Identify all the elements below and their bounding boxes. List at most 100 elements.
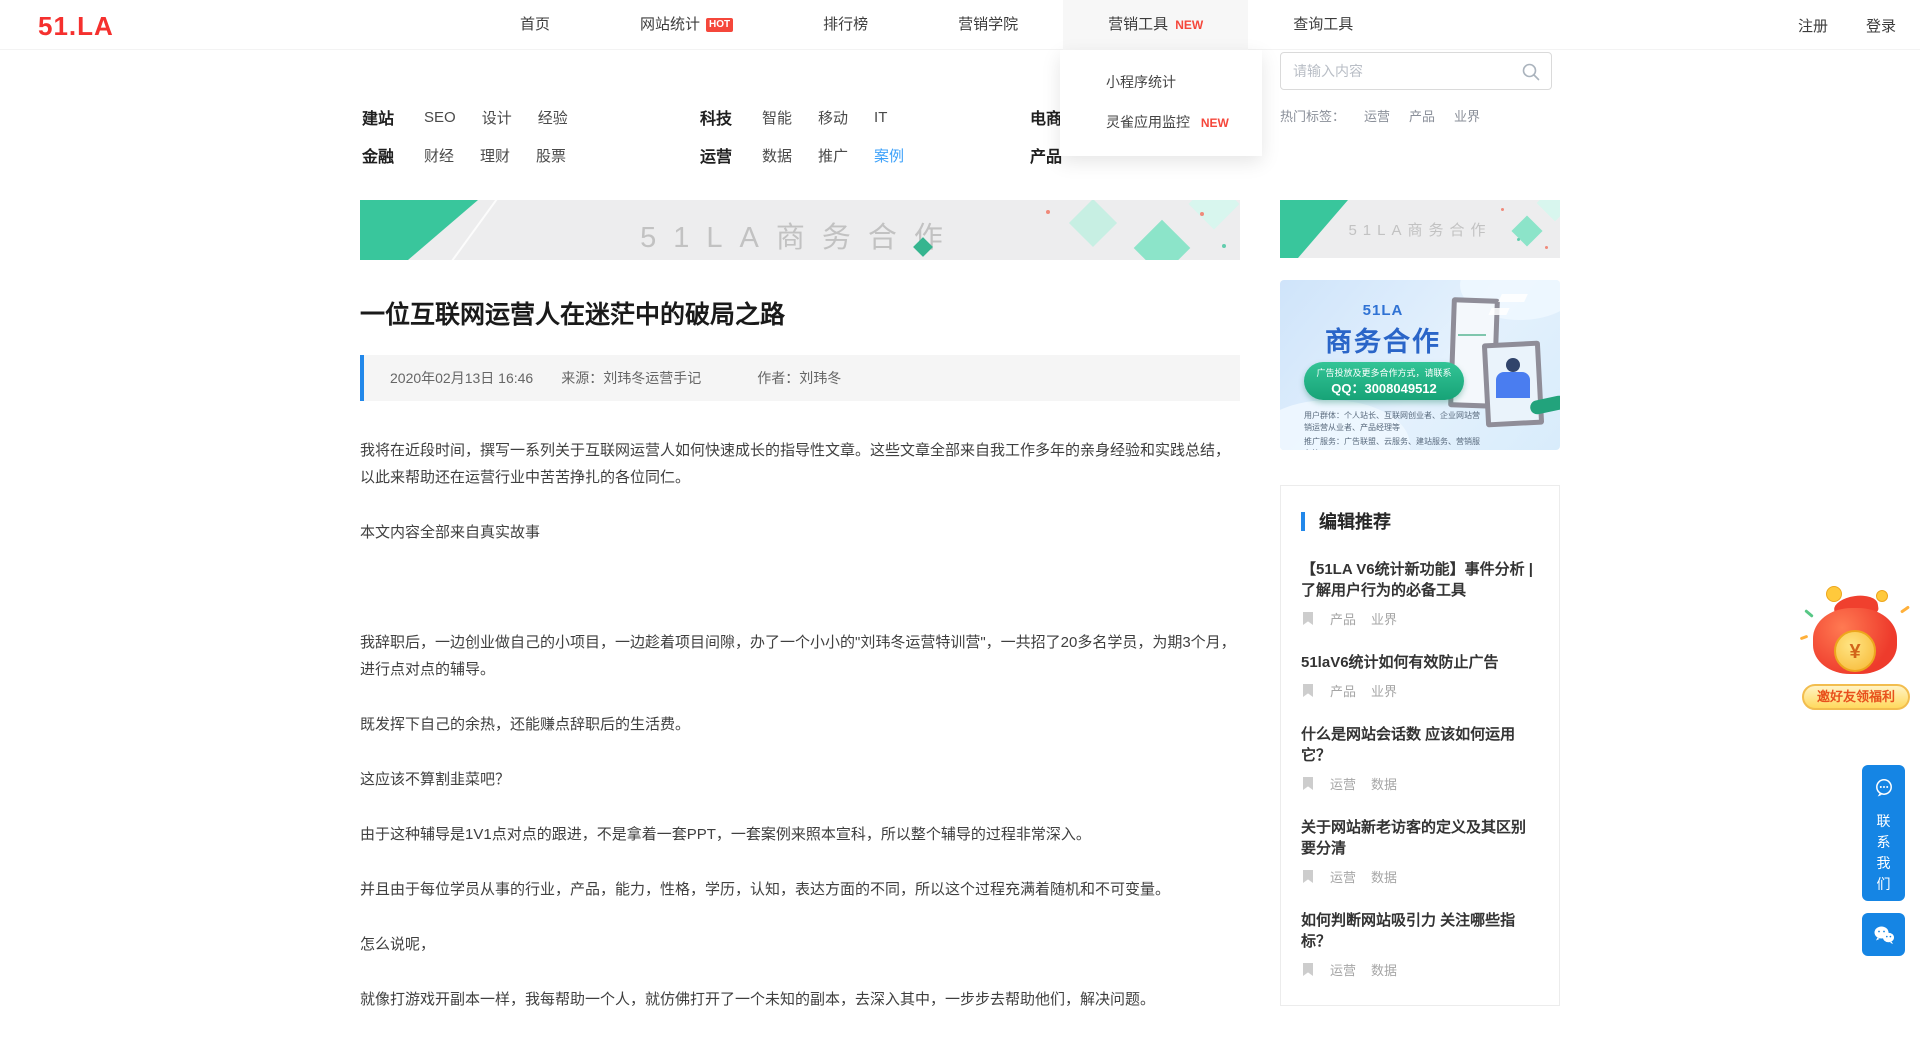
login-link[interactable]: 登录 [1866, 15, 1896, 36]
category-head-tech[interactable]: 科技 [700, 105, 762, 129]
hot-tag-yunying[interactable]: 运营 [1364, 106, 1390, 125]
article-title: 一位互联网运营人在迷茫中的破局之路 [360, 301, 786, 329]
recommend-item-title[interactable]: 关于网站新老访客的定义及其区别要分清 [1301, 817, 1539, 859]
promo-mark-shape [1498, 294, 1528, 302]
coin-icon [1826, 586, 1842, 602]
category-link-seo[interactable]: SEO [424, 109, 456, 126]
wechat-icon [1874, 926, 1894, 944]
promo-audience-note: 用户群体：个人站长、互联网创业者、企业网站营销运营从业者、产品经理等 [1304, 411, 1480, 432]
article-source: 来源：刘玮冬运营手记 [561, 370, 702, 386]
category-link-stocks[interactable]: 股票 [536, 145, 566, 166]
contact-label: 联系我们 [1876, 813, 1891, 892]
recommend-item: 什么是网站会话数 应该如何运用它？ 运营 数据 [1301, 724, 1539, 793]
recommend-item-title[interactable]: 如何判断网站吸引力 关注哪些指标？ [1301, 910, 1539, 952]
category-link-it[interactable]: IT [874, 109, 887, 126]
category-head-jianzhan[interactable]: 建站 [362, 105, 424, 129]
search-icon[interactable] [1521, 62, 1541, 87]
bookmark-icon [1303, 611, 1313, 625]
category-link-caijing[interactable]: 财经 [424, 145, 454, 166]
recommend-header: 编辑推荐 [1301, 508, 1539, 534]
promo-brand: 51LA [1362, 302, 1404, 319]
article-author: 作者：刘玮冬 [757, 370, 842, 386]
tag-link[interactable]: 运营 [1330, 867, 1356, 886]
promo-title: 商务合作 [1325, 327, 1441, 357]
hot-tag-chanpin[interactable]: 产品 [1409, 106, 1435, 125]
recommend-item-tags: 运营 数据 [1301, 867, 1539, 886]
editor-recommend-card: 编辑推荐 【51LA V6统计新功能】事件分析 | 了解用户行为的必备工具 产品… [1280, 485, 1560, 1006]
tag-link[interactable]: 业界 [1371, 609, 1397, 628]
bookmark-icon [1303, 962, 1313, 976]
dropdown-item-miniprogram-stats[interactable]: 小程序统计 [1060, 62, 1262, 102]
tag-link[interactable]: 业界 [1371, 681, 1397, 700]
tag-link[interactable]: 运营 [1330, 960, 1356, 979]
red-packet-label: 邀好友领福利 [1802, 684, 1910, 710]
tag-link[interactable]: 运营 [1330, 774, 1356, 793]
contact-us-button[interactable]: 联系我们 [1862, 765, 1905, 901]
nav-item-site-stats[interactable]: 网站统计 HOT [595, 0, 778, 50]
recommend-item-title[interactable]: 【51LA V6统计新功能】事件分析 | 了解用户行为的必备工具 [1301, 559, 1539, 601]
auth-links: 注册 登录 [1798, 0, 1896, 50]
nav-item-home[interactable]: 首页 [475, 0, 595, 50]
recommend-item-tags: 产品 业界 [1301, 609, 1539, 628]
dropdown-item-lingque-monitor[interactable]: 灵雀应用监控 NEW [1060, 102, 1262, 142]
article-column: 一位互联网运营人在迷茫中的破局之路 2020年02月13日 16:46 来源：刘… [360, 260, 1240, 1040]
recommend-item-tags: 运营 数据 [1301, 774, 1539, 793]
promo-person-illustration [1506, 358, 1520, 372]
article-meta-bar: 2020年02月13日 16:46 来源：刘玮冬运营手记 作者：刘玮冬 [360, 355, 1240, 401]
nav-item-ranking[interactable]: 排行榜 [778, 0, 913, 50]
wechat-button[interactable] [1862, 913, 1905, 956]
yen-coin-icon: ¥ [1834, 630, 1876, 672]
category-link-licai[interactable]: 理财 [480, 145, 510, 166]
article-paragraph: 既发挥下自己的余热，还能赚点辞职后的生活费。 [360, 716, 691, 733]
category-link-ai[interactable]: 智能 [762, 107, 792, 128]
nav-item-marketing-academy[interactable]: 营销学院 [913, 0, 1063, 50]
category-link-experience[interactable]: 经验 [538, 107, 568, 128]
article-paragraph: 本文内容全部来自真实故事 [360, 524, 541, 541]
tag-link[interactable]: 数据 [1371, 774, 1397, 793]
tag-link[interactable]: 产品 [1330, 609, 1356, 628]
nav-label: 网站统计 [640, 16, 701, 33]
recommend-item: 关于网站新老访客的定义及其区别要分清 运营 数据 [1301, 817, 1539, 886]
category-link-mobile[interactable]: 移动 [818, 107, 848, 128]
search-input[interactable] [1281, 53, 1551, 89]
dropdown-label: 小程序统计 [1106, 74, 1176, 90]
nav-label: 营销学院 [958, 16, 1019, 33]
banner-dot [1046, 210, 1050, 214]
recommend-title: 编辑推荐 [1319, 512, 1391, 532]
recommend-item-title[interactable]: 51laV6统计如何有效防止广告 [1301, 652, 1539, 673]
invite-friends-reward-widget[interactable]: ¥ 邀好友领福利 [1799, 586, 1912, 720]
article-paragraph: 我辞职后，一边创业做自己的小项目，一边趁着项目间隙，办了一个小小的"刘玮冬运营特… [360, 634, 1236, 678]
category-link-design[interactable]: 设计 [482, 107, 512, 128]
category-head-finance[interactable]: 金融 [362, 143, 424, 167]
confetti-shape [1804, 609, 1814, 618]
hot-tags-row: 热门标签： 运营 产品 业界 [1280, 106, 1552, 125]
article-paragraph: 就像打游戏开副本一样，我每帮助一个人，就仿佛打开了一个未知的副本，去深入其中，一… [360, 991, 1156, 1008]
category-link-data[interactable]: 数据 [762, 145, 792, 166]
recommend-item-title[interactable]: 什么是网站会话数 应该如何运用它？ [1301, 724, 1539, 766]
register-link[interactable]: 注册 [1798, 15, 1828, 36]
promo-person-illustration [1496, 372, 1530, 398]
page: 51.LA 首页 网站统计 HOT 排行榜 营销学院 营销工具 NEW 查询工具 [0, 0, 1920, 1040]
confetti-shape [1900, 605, 1910, 614]
site-logo[interactable]: 51.LA [38, 11, 114, 42]
article-paragraph: 这应该不算割韭菜吧？ [360, 771, 511, 788]
category-link-promotion[interactable]: 推广 [818, 145, 848, 166]
recommend-item-tags: 产品 业界 [1301, 681, 1539, 700]
hot-tag-yejie[interactable]: 业界 [1454, 106, 1480, 125]
nav-item-marketing-tools[interactable]: 营销工具 NEW [1063, 0, 1249, 50]
category-group-tech: 科技 智能 移动 IT 运营 数据 推广 案例 [700, 98, 930, 174]
category-head-operation[interactable]: 运营 [700, 143, 762, 167]
tag-link[interactable]: 数据 [1371, 960, 1397, 979]
category-link-cases-active[interactable]: 案例 [874, 145, 904, 166]
recommend-item-tags: 运营 数据 [1301, 960, 1539, 979]
nav-item-query-tools[interactable]: 查询工具 [1248, 0, 1398, 50]
business-coop-promo-ad[interactable]: 51LA 商务合作 广告投放及更多合作方式，请联系 QQ：3008049512 … [1280, 280, 1560, 450]
search-box [1280, 52, 1552, 90]
banner-dot [1222, 244, 1226, 248]
recommend-item: 【51LA V6统计新功能】事件分析 | 了解用户行为的必备工具 产品 业界 [1301, 559, 1539, 628]
business-coop-banner-small[interactable]: 51LA商务合作 [1280, 200, 1560, 258]
business-coop-banner-wide[interactable]: 51LA商务合作 [360, 200, 1240, 260]
banner-dot [1501, 208, 1504, 211]
tag-link[interactable]: 数据 [1371, 867, 1397, 886]
tag-link[interactable]: 产品 [1330, 681, 1356, 700]
